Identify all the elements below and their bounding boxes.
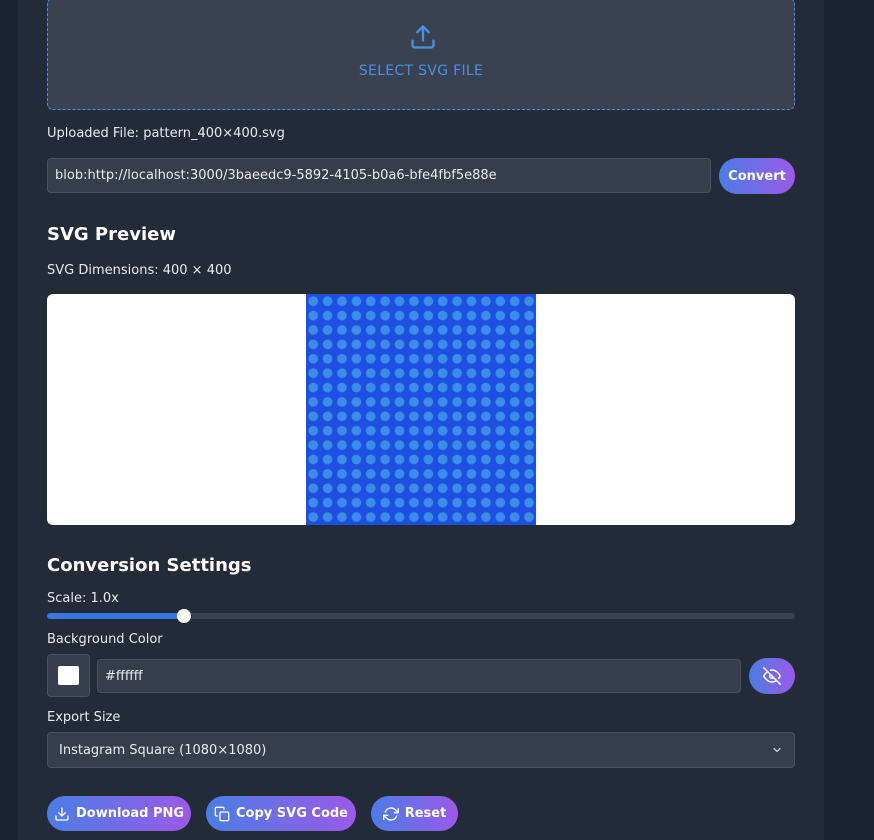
copy-icon [214, 806, 230, 821]
reset-label: Reset [404, 806, 447, 821]
svg-url-input[interactable] [47, 158, 711, 193]
svg-dimensions-label: SVG Dimensions: 400 × 400 [47, 263, 232, 278]
scale-slider-fill [47, 613, 184, 619]
background-hex-input[interactable] [97, 659, 741, 693]
scale-label: Scale: 1.0x [47, 591, 119, 606]
color-swatch [58, 666, 79, 685]
uploaded-file-label: Uploaded File: pattern_400×400.svg [47, 126, 285, 141]
scale-slider[interactable] [47, 609, 795, 623]
export-size-value: Instagram Square (1080×1080) [59, 742, 267, 758]
convert-button[interactable]: Convert [719, 158, 795, 194]
download-icon [55, 806, 69, 821]
color-picker-button[interactable] [47, 654, 90, 697]
svg-dropzone[interactable]: SELECT SVG FILE [47, 0, 795, 110]
scale-slider-thumb[interactable] [176, 609, 191, 623]
refresh-icon [382, 806, 399, 821]
copy-svg-code-button[interactable]: Copy SVG Code [206, 796, 356, 831]
svg-preview-title: SVG Preview [47, 224, 176, 245]
reset-button[interactable]: Reset [371, 796, 458, 831]
upload-icon [411, 25, 435, 49]
chevron-down-icon [773, 747, 781, 753]
toggle-transparency-button[interactable] [749, 658, 795, 694]
download-png-label: Download PNG [75, 806, 185, 821]
background-color-label: Background Color [47, 632, 163, 647]
select-svg-file-label[interactable]: SELECT SVG FILE [48, 63, 794, 79]
conversion-settings-title: Conversion Settings [47, 555, 252, 576]
export-size-label: Export Size [47, 710, 121, 725]
copy-svg-code-label: Copy SVG Code [236, 806, 348, 821]
download-png-button[interactable]: Download PNG [47, 796, 191, 831]
eye-off-icon [763, 667, 781, 685]
svg-pattern-image [306, 294, 536, 525]
svg-preview-canvas [47, 294, 795, 525]
export-size-select[interactable]: Instagram Square (1080×1080) [47, 732, 795, 768]
